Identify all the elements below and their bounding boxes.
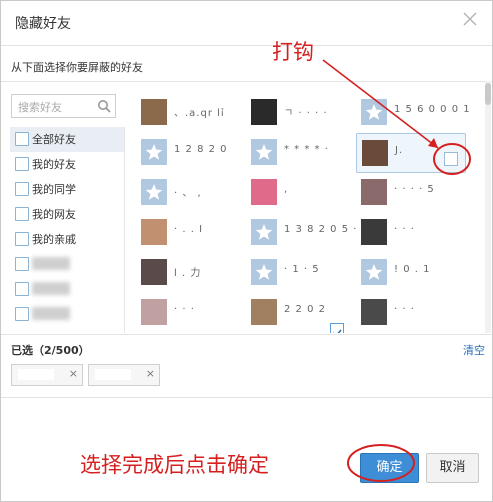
confirm-hint: 选择完成后点击确定 (80, 453, 269, 477)
checkbox-highlight-circle (433, 143, 471, 175)
annotation-overlay (322, 59, 471, 482)
check-hint: 打钩 (272, 40, 314, 64)
annotation-arrowhead (428, 138, 438, 148)
confirm-highlight-circle (347, 444, 415, 482)
annotation-arrow (322, 59, 439, 149)
